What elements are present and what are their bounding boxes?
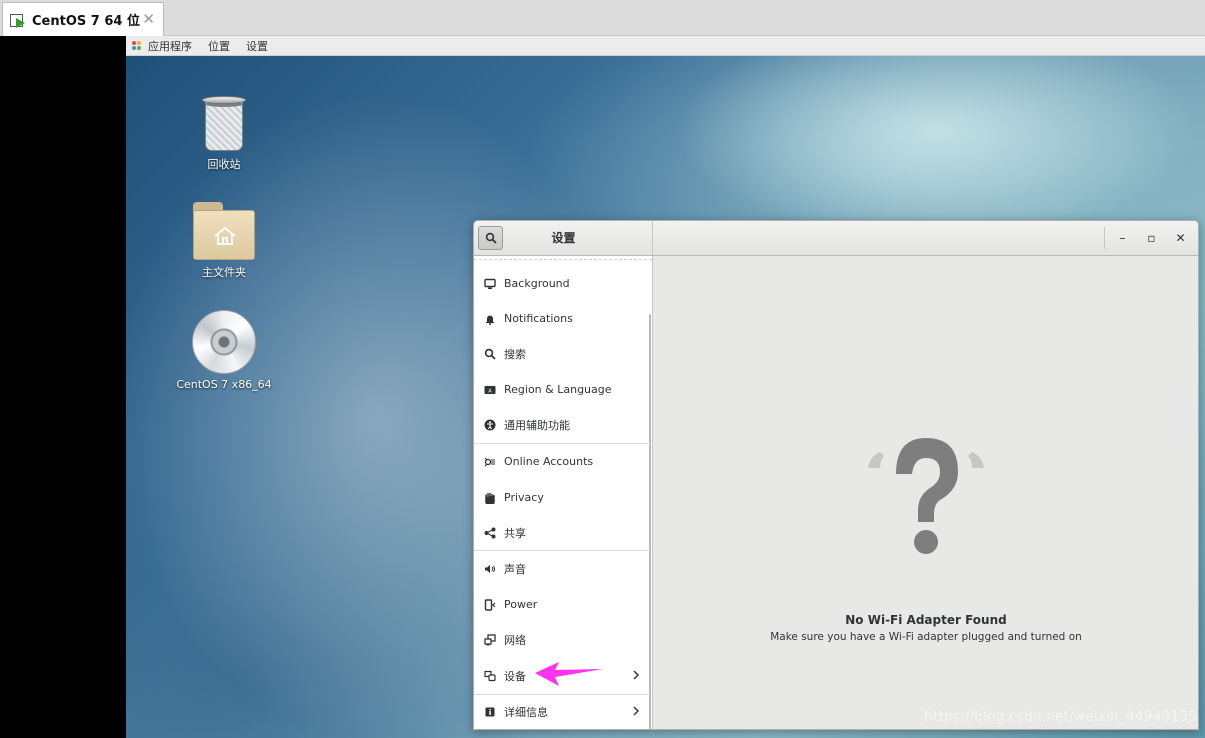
gnome-top-bar: 应用程序 位置 设置 [126, 36, 1205, 56]
watermark: https://blog.csdn.net/weixin_44949135 [924, 709, 1198, 725]
bell-icon [484, 313, 496, 325]
sidebar-item-network[interactable]: 网络 [474, 622, 650, 657]
hand-icon [484, 492, 496, 504]
info-icon [484, 706, 496, 718]
home-folder-icon [193, 202, 255, 260]
desktop-home-folder[interactable]: 主文件夹 [169, 202, 279, 280]
sidebar-item-online-accounts[interactable]: Online Accounts [474, 444, 650, 479]
search-icon [484, 348, 496, 360]
sidebar-item-privacy[interactable]: Privacy [474, 480, 650, 515]
sidebar-item-label: 声音 [504, 562, 526, 576]
applications-icon [132, 40, 142, 51]
sidebar-item-notifications[interactable]: Notifications [474, 301, 650, 336]
sidebar-item-sharing[interactable]: 共享 [474, 515, 650, 550]
disc-label: CentOS 7 x86_64 [176, 378, 272, 391]
annotation-arrow [535, 662, 603, 686]
vm-icon [9, 11, 27, 29]
trash-icon [202, 96, 246, 152]
applications-menu[interactable]: 应用程序 [132, 38, 192, 54]
sidebar-item-sound[interactable]: 声音 [474, 551, 650, 586]
sidebar-item-background[interactable]: Background [474, 266, 650, 301]
trash-label: 回收站 [207, 158, 241, 171]
devices-icon [484, 670, 496, 682]
close-icon[interactable]: ✕ [142, 10, 155, 28]
sidebar-item-label: 网络 [504, 633, 526, 647]
accessibility-icon [484, 419, 496, 431]
guest-desktop: 应用程序 位置 设置 回收站 主文件夹 CentOS 7 x86_64 设置 –… [126, 36, 1205, 738]
network-icon [484, 633, 496, 646]
chevron-right-icon [632, 705, 640, 720]
search-button[interactable] [478, 226, 503, 250]
sidebar-item-details[interactable]: 详细信息 [474, 694, 650, 729]
settings-menu[interactable]: 设置 [246, 38, 268, 54]
disc-icon [192, 310, 256, 374]
sidebar-item-accessibility[interactable]: 通用辅助功能 [474, 407, 650, 442]
sidebar-header: 设置 [474, 221, 653, 255]
desktop-disc[interactable]: CentOS 7 x86_64 [169, 310, 279, 391]
sidebar-item-label: Background [504, 277, 570, 290]
vm-tab[interactable]: CentOS 7 64 位 ✕ [2, 2, 164, 36]
empty-state-title: No Wi-Fi Adapter Found [845, 613, 1007, 627]
places-menu[interactable]: 位置 [208, 38, 230, 54]
sidebar-item-label: Region & Language [504, 383, 612, 396]
applications-label: 应用程序 [148, 39, 192, 53]
maximize-button[interactable]: ▫ [1137, 221, 1166, 255]
minimize-button[interactable]: – [1108, 221, 1137, 255]
sidebar-item-search[interactable]: 搜索 [474, 336, 650, 371]
settings-window: 设置 – ▫ ✕ Background Notifications 搜索 A R… [473, 220, 1199, 730]
scroll-edge [474, 256, 652, 260]
sidebar-item-label: 搜索 [504, 347, 526, 361]
sidebar-item-label: Notifications [504, 312, 573, 325]
sidebar-item-label: 共享 [504, 526, 526, 540]
vm-tab-strip: CentOS 7 64 位 ✕ [0, 0, 1205, 36]
sidebar-item-label: Privacy [504, 491, 544, 504]
background-icon [484, 278, 496, 290]
header-separator [1104, 227, 1105, 249]
share-icon [484, 527, 496, 539]
desktop-trash[interactable]: 回收站 [169, 96, 279, 172]
sidebar-item-region[interactable]: A Region & Language [474, 372, 650, 407]
power-icon [484, 598, 496, 611]
speaker-icon [484, 563, 496, 575]
sidebar-item-label: 详细信息 [504, 705, 548, 719]
region-icon: A [484, 384, 496, 396]
sidebar-item-label: 设备 [504, 669, 526, 683]
empty-state-subtitle: Make sure you have a Wi-Fi adapter plugg… [770, 631, 1082, 643]
online-accounts-icon [484, 456, 496, 468]
settings-content: No Wi-Fi Adapter Found Make sure you hav… [654, 256, 1198, 729]
window-header: 设置 – ▫ ✕ [474, 221, 1198, 256]
settings-sidebar: Background Notifications 搜索 A Region & L… [474, 256, 653, 729]
svg-text:A: A [488, 388, 492, 394]
close-button[interactable]: ✕ [1166, 221, 1195, 255]
sidebar-item-label: Online Accounts [504, 455, 594, 468]
chevron-right-icon [632, 669, 640, 684]
home-folder-label: 主文件夹 [202, 266, 246, 279]
sidebar-item-label: 通用辅助功能 [504, 418, 570, 432]
sidebar-item-label: Power [504, 598, 538, 611]
search-icon [485, 232, 497, 244]
no-wifi-question-icon [868, 438, 984, 554]
sidebar-item-power[interactable]: Power [474, 587, 650, 622]
vm-tab-title: CentOS 7 64 位 [32, 14, 140, 29]
